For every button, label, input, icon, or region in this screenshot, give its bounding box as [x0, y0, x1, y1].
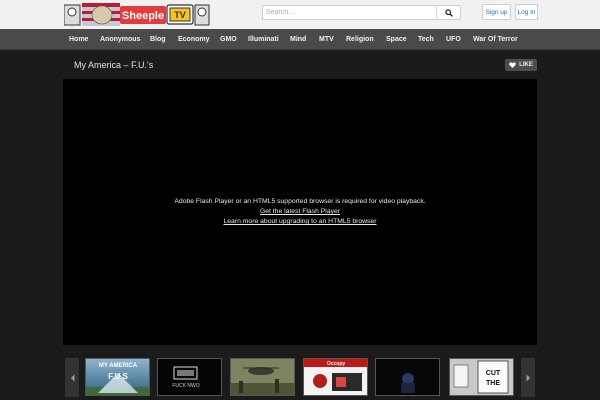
- nav-item-illuminati[interactable]: Illuminati: [248, 29, 279, 50]
- nav-item-tech[interactable]: Tech: [418, 29, 434, 50]
- video-thumbnail[interactable]: MY AMERICA F.U.S: [85, 358, 150, 396]
- svg-text:TV: TV: [174, 10, 186, 20]
- nav-item-home[interactable]: Home: [69, 29, 88, 50]
- heart-icon: [509, 62, 516, 68]
- chevron-right-icon: [526, 374, 530, 381]
- thumb-caption: FUCK NWO: [172, 383, 199, 389]
- nav-item-gmo[interactable]: GMO: [220, 29, 237, 50]
- html5-info-link[interactable]: Learn more about upgrading to an HTML5 b…: [63, 218, 537, 225]
- like-label: LIKE: [519, 62, 533, 68]
- nav-item-mtv[interactable]: MTV: [319, 29, 334, 50]
- chevron-left-icon: [70, 374, 74, 381]
- video-player[interactable]: Adobe Flash Player or an HTML5 supported…: [63, 79, 537, 345]
- signup-button[interactable]: Sign up: [482, 4, 511, 20]
- sign-text-line2: THE: [486, 380, 500, 387]
- player-requirement-message: Adobe Flash Player or an HTML5 supported…: [174, 198, 426, 205]
- nav-item-mind[interactable]: Mind: [290, 29, 306, 50]
- carousel-next-button[interactable]: [521, 358, 535, 397]
- thumb-title-line1: MY AMERICA: [99, 363, 138, 369]
- search-button[interactable]: [436, 5, 460, 20]
- related-videos-carousel: MY AMERICA F.U.S FUCK NWO Occupy CUT THE: [63, 357, 537, 400]
- search-box: [262, 5, 461, 20]
- login-button[interactable]: Log In: [515, 4, 538, 20]
- site-logo[interactable]: Sheeple TV: [63, 3, 210, 26]
- nav-item-space[interactable]: Space: [386, 29, 407, 50]
- video-thumbnail[interactable]: CUT THE: [449, 358, 514, 396]
- video-thumbnail[interactable]: [375, 358, 440, 396]
- sign-text-line1: CUT: [486, 370, 501, 377]
- video-title: My America – F.U.'s: [74, 60, 154, 70]
- top-header: Sheeple TV Sign up Log In: [0, 0, 600, 29]
- main-nav: Home Anonymous Blog Economy GMO Illumina…: [0, 29, 600, 50]
- video-thumbnail[interactable]: [230, 358, 295, 396]
- nav-item-blog[interactable]: Blog: [150, 29, 166, 50]
- video-thumbnail[interactable]: FUCK NWO: [157, 358, 222, 396]
- svg-text:Sheeple: Sheeple: [122, 10, 164, 22]
- search-icon: [444, 8, 453, 17]
- nav-item-anonymous[interactable]: Anonymous: [100, 29, 140, 50]
- search-input[interactable]: [266, 6, 436, 19]
- get-flash-link[interactable]: Get the latest Flash Player: [63, 208, 537, 215]
- thumb-caption: Occupy: [327, 361, 346, 367]
- like-button[interactable]: LIKE: [505, 59, 537, 71]
- nav-item-religion[interactable]: Religion: [346, 29, 374, 50]
- video-thumbnail[interactable]: Occupy: [303, 358, 368, 396]
- carousel-prev-button[interactable]: [65, 358, 79, 397]
- nav-item-war-of-terror[interactable]: War Of Terror: [473, 29, 518, 50]
- thumb-title-line2: F.U.S: [108, 372, 128, 381]
- nav-item-economy[interactable]: Economy: [178, 29, 210, 50]
- nav-item-ufo[interactable]: UFO: [446, 29, 461, 50]
